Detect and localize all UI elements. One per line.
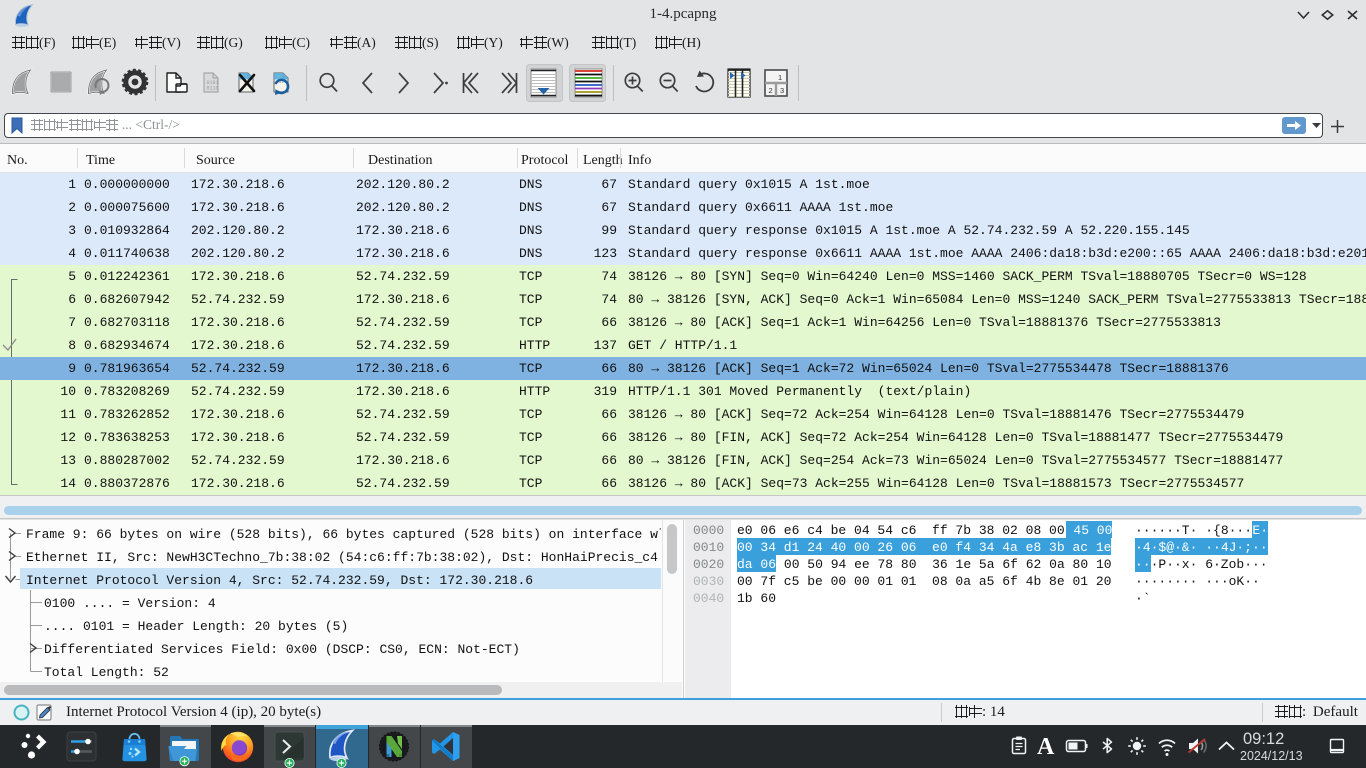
svg-text:2024/12/13: 2024/12/13 — [1240, 749, 1303, 763]
svg-text:A: A — [1037, 734, 1055, 760]
svg-text:2: 2 — [769, 86, 773, 95]
svg-text:3: 3 — [780, 86, 784, 95]
svg-text:0110: 0110 — [207, 86, 219, 92]
svg-text:09:12: 09:12 — [1243, 730, 1284, 748]
svg-text:1: 1 — [778, 73, 782, 82]
